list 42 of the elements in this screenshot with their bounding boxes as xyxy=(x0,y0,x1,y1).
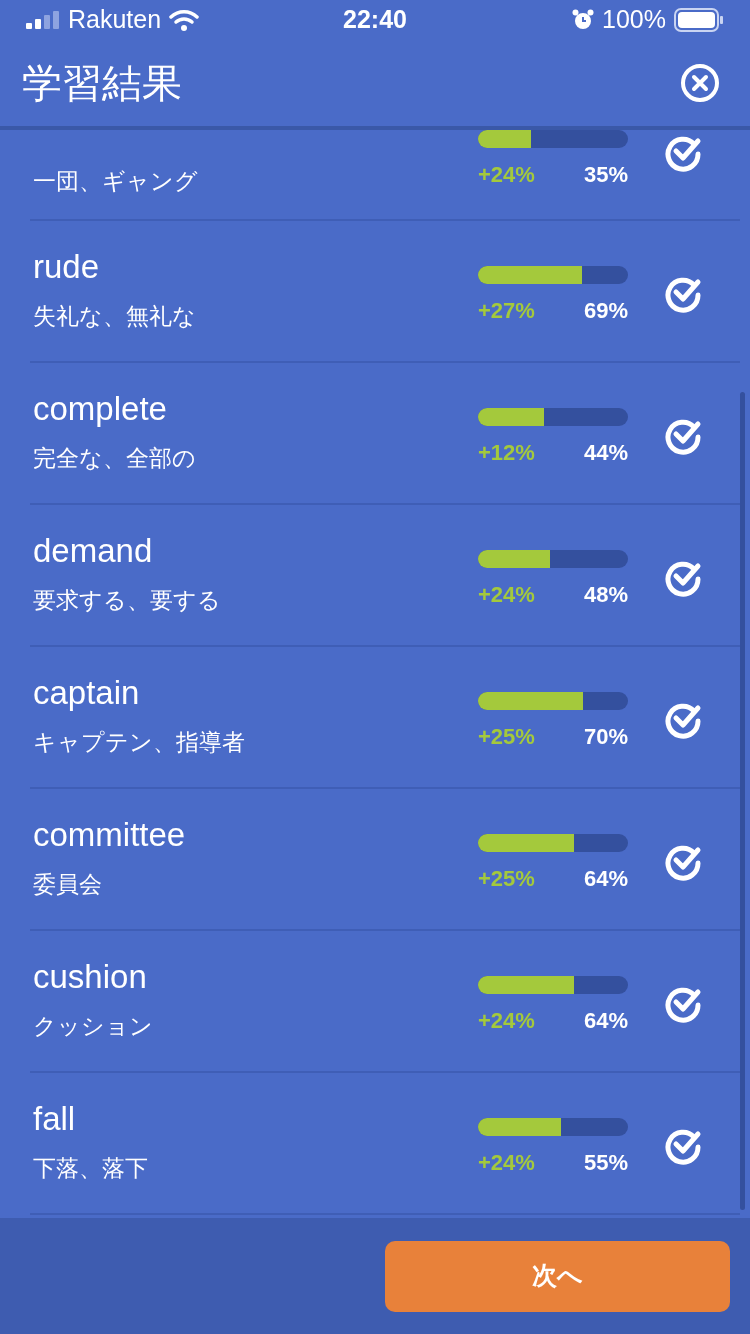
scrollbar[interactable] xyxy=(740,392,745,1210)
word-translation: 下落、落下 xyxy=(33,1154,149,1183)
gain-percent: +24% xyxy=(478,581,535,609)
carrier-name: Rakuten xyxy=(68,4,162,36)
screen-title: 学習結果 xyxy=(22,60,182,107)
word-translation: 完全な、全部の xyxy=(33,444,197,473)
score-percent: 55% xyxy=(583,1149,628,1177)
gain-percent: +25% xyxy=(478,865,535,893)
gain-percent: +12% xyxy=(478,439,535,467)
score-percent: 35% xyxy=(583,161,628,189)
battery-percent: 100% xyxy=(602,4,666,36)
battery-icon xyxy=(674,8,724,32)
alarm-icon xyxy=(572,9,595,31)
word: complete xyxy=(33,389,168,429)
word: captain xyxy=(33,673,141,713)
gain-percent: +27% xyxy=(478,297,535,325)
status-time: 22:40 xyxy=(343,4,407,36)
word-translation: 委員会 xyxy=(33,870,103,899)
score-percent: 48% xyxy=(583,581,628,609)
word-translation: クッション xyxy=(33,1012,154,1041)
score-percent: 64% xyxy=(583,865,628,893)
word: committee xyxy=(33,815,187,855)
word: cushion xyxy=(33,957,148,997)
word-translation: 失礼な、無礼な xyxy=(33,302,197,331)
word: rude xyxy=(33,247,101,287)
gain-percent: +24% xyxy=(478,1007,535,1035)
gain-percent: +25% xyxy=(478,723,535,751)
word-translation: 一団、ギャング xyxy=(33,167,199,196)
word: demand xyxy=(33,531,154,571)
signal-icon xyxy=(26,11,60,29)
word: fall xyxy=(33,1099,77,1139)
next-button[interactable]: 次へ xyxy=(385,1240,730,1312)
word-translation: キャプテン、指導者 xyxy=(33,728,246,757)
word-translation: 要求する、要する xyxy=(33,586,222,615)
score-percent: 69% xyxy=(583,297,628,325)
score-percent: 70% xyxy=(583,723,628,751)
gain-percent: +24% xyxy=(478,1149,535,1177)
wifi-icon xyxy=(169,9,200,31)
close-button[interactable] xyxy=(680,63,720,103)
gain-percent: +24% xyxy=(478,161,535,189)
score-percent: 44% xyxy=(583,439,628,467)
score-percent: 64% xyxy=(583,1007,628,1035)
